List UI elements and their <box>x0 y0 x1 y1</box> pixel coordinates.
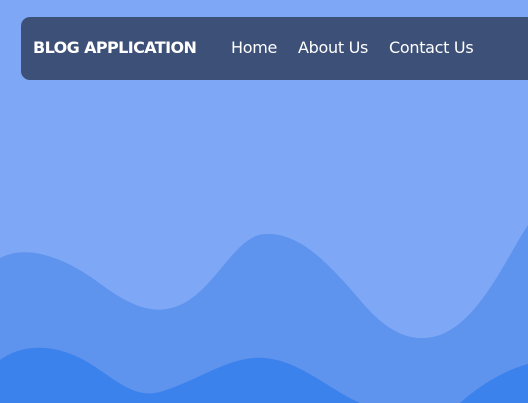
top-navbar: BLOG APPLICATION Home About Us Contact U… <box>21 17 528 80</box>
nav-link-contact-us[interactable]: Contact Us <box>389 38 474 58</box>
nav-link-home[interactable]: Home <box>231 38 277 58</box>
brand-logo-text[interactable]: BLOG APPLICATION <box>33 38 197 58</box>
nav-link-about-us[interactable]: About Us <box>298 38 368 58</box>
